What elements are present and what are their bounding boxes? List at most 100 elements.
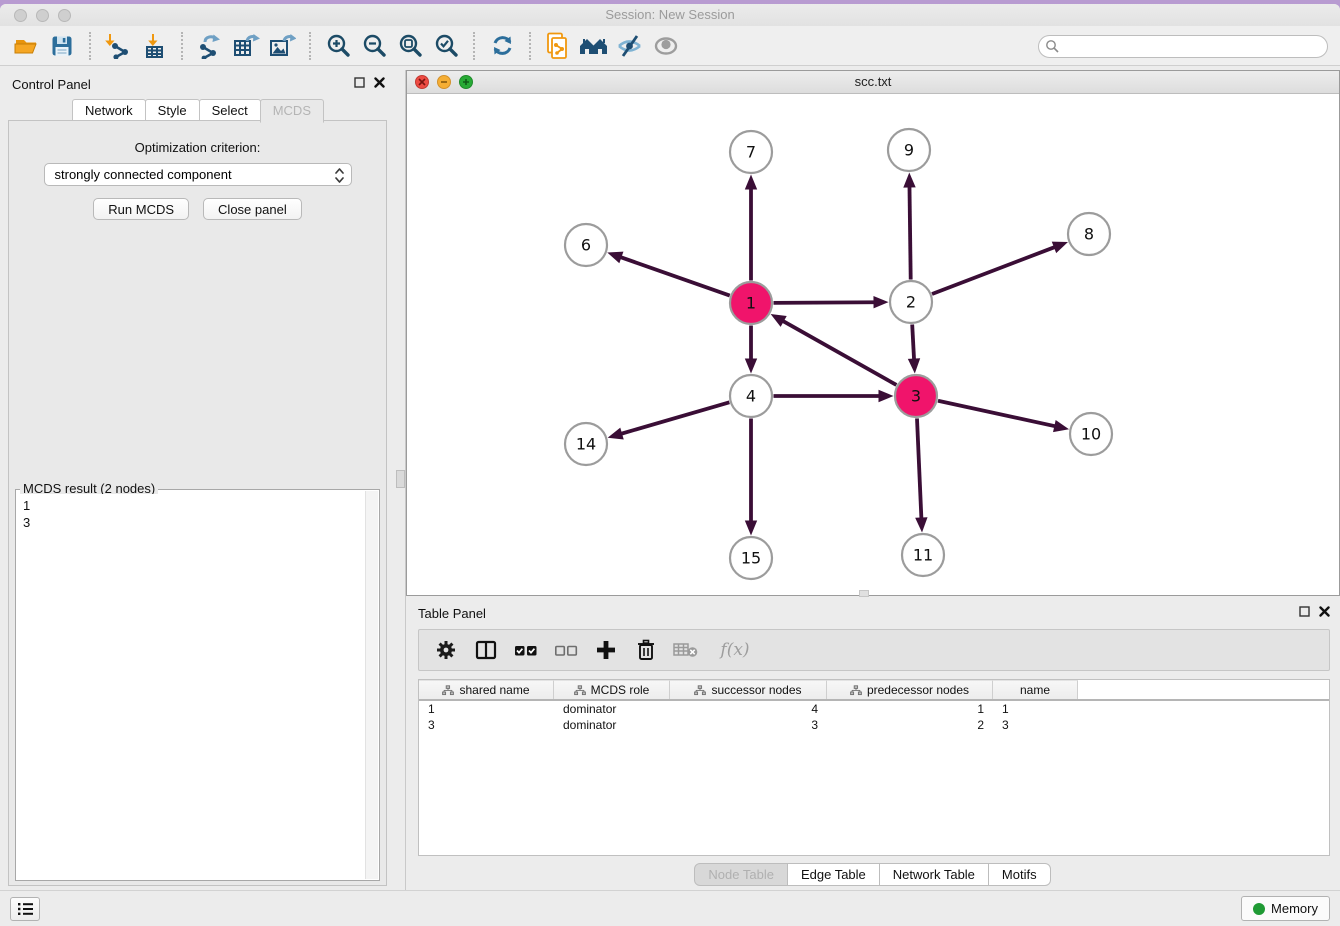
graph-node-3[interactable]: 3 (895, 375, 937, 417)
zoom-fit-button[interactable] (392, 30, 428, 62)
graph-edge-1-4[interactable] (745, 326, 757, 374)
close-window-icon[interactable] (14, 9, 27, 22)
close-panel-icon[interactable] (374, 77, 385, 88)
criterion-dropdown[interactable]: strongly connected component (44, 163, 352, 186)
import-network-button[interactable] (100, 30, 136, 62)
hide-graphics-details-button[interactable] (612, 30, 648, 62)
table-cell[interactable]: 2 (827, 717, 993, 733)
delete-table-button[interactable] (671, 635, 701, 665)
column-header-successor-nodes[interactable]: successor nodes (670, 680, 827, 699)
delete-column-button[interactable] (631, 635, 661, 665)
table-cell[interactable]: 1 (993, 701, 1078, 717)
column-header-shared-name[interactable]: shared name (419, 680, 554, 699)
graph-edge-3-11[interactable] (915, 418, 927, 532)
select-all-button[interactable] (511, 635, 541, 665)
table-cell[interactable]: 1 (419, 701, 554, 717)
table-cell[interactable]: dominator (554, 701, 670, 717)
task-history-button[interactable] (10, 897, 40, 921)
table-body: 1dominator4113dominator323 (419, 701, 1329, 733)
graph-node-15[interactable]: 15 (730, 537, 772, 579)
graph-node-14[interactable]: 14 (565, 423, 607, 465)
tab-mcds[interactable]: MCDS (260, 99, 324, 123)
network-canvas[interactable]: 1 2 3 4 6 7 8 9 10 11 14 15 (407, 94, 1339, 595)
table-cell[interactable]: 3 (419, 717, 554, 733)
graph-edge-4-15[interactable] (745, 419, 757, 536)
graph-node-10[interactable]: 10 (1070, 413, 1112, 455)
vertical-splitter[interactable] (395, 70, 406, 892)
network-resize-grip[interactable] (859, 590, 869, 597)
graph-edge-4-3[interactable] (774, 390, 894, 402)
export-network-button[interactable] (192, 30, 228, 62)
network-graph[interactable]: 1 2 3 4 6 7 8 9 10 11 14 15 (407, 94, 1339, 595)
add-column-button[interactable] (591, 635, 621, 665)
export-image-button[interactable] (264, 30, 300, 62)
graph-node-7[interactable]: 7 (730, 131, 772, 173)
screen: Session: New Session (0, 0, 1340, 926)
zoom-selected-button[interactable] (428, 30, 464, 62)
table-row[interactable]: 1dominator411 (419, 701, 1329, 717)
column-header-name[interactable]: name (993, 680, 1078, 699)
memory-button[interactable]: Memory (1241, 896, 1330, 921)
table-cell[interactable]: 1 (827, 701, 993, 717)
network-zoom-icon[interactable] (459, 75, 473, 89)
graph-edge-1-7[interactable] (745, 175, 757, 281)
session-home-button[interactable] (576, 30, 612, 62)
function-builder-button[interactable]: f(x) (711, 635, 759, 665)
column-header-MCDS-role[interactable]: MCDS role (554, 680, 670, 699)
refresh-layout-button[interactable] (484, 30, 520, 62)
graph-node-2[interactable]: 2 (890, 281, 932, 323)
deselect-all-button[interactable] (551, 635, 581, 665)
splitter-grip[interactable] (396, 470, 405, 488)
search-input[interactable] (1060, 37, 1327, 56)
svg-text:4: 4 (746, 387, 756, 406)
mcds-result-text[interactable]: 1 3 (17, 494, 365, 879)
zoom-out-button[interactable] (356, 30, 392, 62)
graph-edge-2-9[interactable] (903, 172, 915, 279)
svg-text:9: 9 (904, 141, 914, 160)
graph-edge-2-8[interactable] (932, 242, 1068, 294)
network-close-icon[interactable] (415, 75, 429, 89)
zoom-window-icon[interactable] (58, 9, 71, 22)
clone-network-button[interactable] (540, 30, 576, 62)
table-cell[interactable]: dominator (554, 717, 670, 733)
table-cell[interactable]: 4 (670, 701, 827, 717)
graph-node-4[interactable]: 4 (730, 375, 772, 417)
column-header-predecessor-nodes[interactable]: predecessor nodes (827, 680, 993, 699)
table-cell[interactable]: 3 (993, 717, 1078, 733)
graph-node-1[interactable]: 1 (730, 282, 772, 324)
graph-edge-1-6[interactable] (607, 252, 730, 296)
graph-edge-3-10[interactable] (938, 401, 1069, 432)
network-titlebar[interactable]: scc.txt (407, 71, 1339, 94)
float-panel-icon[interactable] (1299, 606, 1310, 617)
graph-node-11[interactable]: 11 (902, 534, 944, 576)
minimize-window-icon[interactable] (36, 9, 49, 22)
table-row[interactable]: 3dominator323 (419, 717, 1329, 733)
graph-node-6[interactable]: 6 (565, 224, 607, 266)
graph-edge-4-14[interactable] (608, 402, 730, 439)
graph-edge-3-1[interactable] (771, 314, 897, 385)
tab-motifs[interactable]: Motifs (988, 863, 1051, 886)
tab-network-table[interactable]: Network Table (879, 863, 989, 886)
graph-edge-1-2[interactable] (773, 296, 888, 308)
float-panel-icon[interactable] (354, 77, 365, 88)
mcds-result-scrollbar[interactable] (365, 491, 378, 879)
export-table-button[interactable] (228, 30, 264, 62)
run-mcds-button[interactable]: Run MCDS (93, 198, 189, 220)
open-session-button[interactable] (8, 30, 44, 62)
tab-edge-table[interactable]: Edge Table (787, 863, 880, 886)
zoom-in-button[interactable] (320, 30, 356, 62)
search-field[interactable] (1038, 35, 1328, 58)
network-minimize-icon[interactable] (437, 75, 451, 89)
save-session-button[interactable] (44, 30, 80, 62)
table-cell[interactable]: 3 (670, 717, 827, 733)
close-panel-button[interactable]: Close panel (203, 198, 302, 220)
table-settings-button[interactable] (431, 635, 461, 665)
graph-edge-2-3[interactable] (908, 324, 920, 373)
import-table-button[interactable] (136, 30, 172, 62)
graph-node-9[interactable]: 9 (888, 129, 930, 171)
column-view-button[interactable] (471, 635, 501, 665)
close-panel-icon[interactable] (1319, 606, 1330, 617)
tab-node-table[interactable]: Node Table (694, 863, 788, 886)
graph-node-8[interactable]: 8 (1068, 213, 1110, 255)
show-graphics-details-button[interactable] (648, 30, 684, 62)
